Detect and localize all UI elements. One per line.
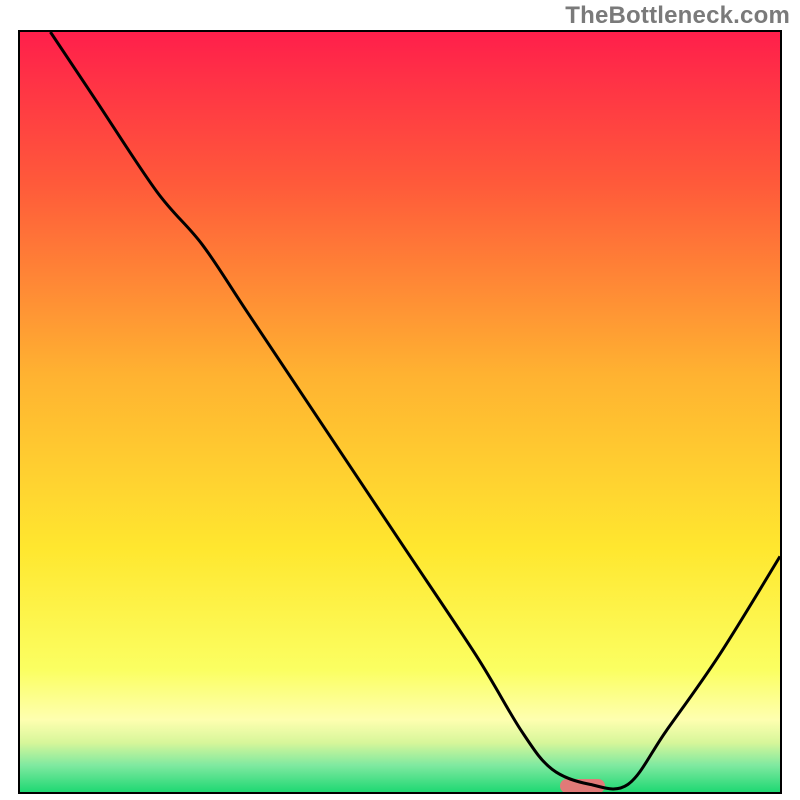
chart-canvas: TheBottleneck.com	[0, 0, 800, 800]
curve-path	[50, 32, 780, 789]
plot-frame	[18, 30, 782, 794]
bottleneck-curve	[20, 32, 780, 792]
watermark-text: TheBottleneck.com	[565, 2, 790, 30]
